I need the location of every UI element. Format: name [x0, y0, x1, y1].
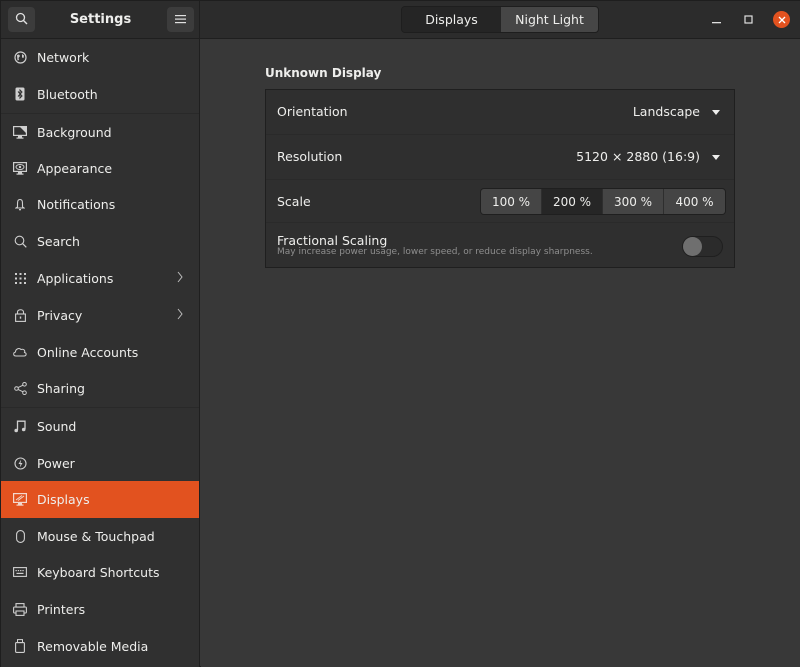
- tab-night-light[interactable]: Night Light: [501, 7, 598, 32]
- maximize-button[interactable]: [741, 11, 755, 28]
- background-icon: [13, 125, 27, 139]
- minimize-button[interactable]: [709, 11, 723, 28]
- music-note-icon: [13, 419, 27, 433]
- resolution-value[interactable]: 5120 × 2880 (16:9): [576, 149, 700, 164]
- sidebar-item-printers[interactable]: Printers: [1, 591, 199, 627]
- sidebar-item-displays[interactable]: Displays: [1, 481, 199, 518]
- view-switcher: Displays Night Light: [401, 6, 599, 33]
- printer-icon: [13, 602, 27, 616]
- scale-option-300[interactable]: 300 %: [603, 189, 664, 214]
- close-button[interactable]: [773, 11, 790, 28]
- dropdown-arrow-icon: [712, 155, 720, 160]
- chevron-right-icon: [177, 308, 183, 323]
- settings-window: Settings Displays Night Light Network Bl…: [0, 0, 800, 667]
- sidebar-header: Settings: [1, 1, 200, 39]
- resolution-row[interactable]: Resolution 5120 × 2880 (16:9): [266, 135, 734, 180]
- sidebar-item-label: Printers: [37, 601, 86, 617]
- bell-icon: [13, 197, 27, 211]
- sidebar-item-online-accounts[interactable]: Online Accounts: [1, 334, 199, 370]
- sidebar: Network Bluetooth Background Appearance …: [1, 39, 200, 667]
- keyboard-icon: [13, 565, 27, 579]
- display-settings-panel: Orientation Landscape Resolution 5120 × …: [265, 89, 735, 268]
- display-name-heading: Unknown Display: [265, 66, 382, 80]
- appearance-icon: [13, 161, 27, 175]
- grid-icon: [13, 271, 27, 285]
- sidebar-item-label: Appearance: [37, 160, 113, 176]
- sidebar-item-label: Removable Media: [37, 638, 149, 654]
- usb-drive-icon: [13, 639, 27, 653]
- sidebar-item-label: Displays: [37, 492, 90, 507]
- mouse-icon: [13, 529, 27, 543]
- sidebar-item-applications[interactable]: Applications: [1, 260, 199, 296]
- share-icon: [13, 381, 27, 395]
- sidebar-item-label: Privacy: [37, 307, 83, 323]
- sidebar-item-removable-media[interactable]: Removable Media: [1, 628, 199, 664]
- scale-option-200[interactable]: 200 %: [542, 189, 603, 214]
- tab-displays[interactable]: Displays: [402, 7, 501, 32]
- globe-icon: [13, 50, 27, 64]
- cloud-icon: [13, 345, 27, 359]
- orientation-label: Orientation: [277, 104, 348, 119]
- orientation-row[interactable]: Orientation Landscape: [266, 90, 734, 135]
- fractional-scaling-toggle[interactable]: [682, 236, 723, 257]
- close-icon: [778, 13, 786, 27]
- hamburger-menu-icon: [175, 13, 186, 27]
- sidebar-item-label: Sharing: [37, 380, 85, 396]
- sidebar-item-label: Sound: [37, 418, 77, 434]
- bluetooth-icon: [13, 87, 27, 101]
- orientation-value[interactable]: Landscape: [633, 104, 700, 119]
- sidebar-item-label: Keyboard Shortcuts: [37, 564, 160, 580]
- displays-content: Unknown Display Orientation Landscape Re…: [201, 39, 800, 667]
- sidebar-item-background[interactable]: Background: [1, 114, 199, 150]
- sidebar-item-keyboard-shortcuts[interactable]: Keyboard Shortcuts: [1, 554, 199, 590]
- chevron-right-icon: [177, 271, 183, 286]
- sidebar-item-label: Background: [37, 124, 112, 140]
- toggle-knob: [683, 237, 702, 256]
- sidebar-item-label: Search: [37, 233, 80, 249]
- lock-icon: [13, 308, 27, 322]
- menu-button[interactable]: [167, 7, 194, 32]
- sidebar-item-label: Mouse & Touchpad: [37, 528, 155, 544]
- sidebar-item-label: Applications: [37, 270, 114, 286]
- sidebar-item-network[interactable]: Network: [1, 39, 199, 75]
- search-icon: [13, 234, 27, 248]
- sidebar-item-power[interactable]: Power: [1, 445, 199, 481]
- sidebar-item-mouse-touchpad[interactable]: Mouse & Touchpad: [1, 518, 199, 554]
- sidebar-item-sound[interactable]: Sound: [1, 408, 199, 444]
- fractional-scaling-label: Fractional Scaling: [277, 233, 388, 248]
- sidebar-item-appearance[interactable]: Appearance: [1, 150, 199, 186]
- resolution-label: Resolution: [277, 149, 343, 164]
- sidebar-item-privacy[interactable]: Privacy: [1, 297, 199, 333]
- sidebar-item-bluetooth[interactable]: Bluetooth: [1, 76, 199, 112]
- minimize-icon: [711, 13, 721, 27]
- maximize-icon: [743, 13, 753, 27]
- power-icon: [13, 456, 27, 470]
- sidebar-item-label: Notifications: [37, 196, 116, 212]
- sidebar-item-label: Power: [37, 455, 75, 471]
- sidebar-item-label: Bluetooth: [37, 86, 98, 102]
- sidebar-item-sharing[interactable]: Sharing: [1, 370, 199, 406]
- display-icon: [13, 493, 27, 507]
- header-bar: Settings Displays Night Light: [1, 1, 800, 39]
- scale-label: Scale: [277, 194, 311, 209]
- sidebar-item-notifications[interactable]: Notifications: [1, 186, 199, 222]
- sidebar-item-label: Online Accounts: [37, 344, 139, 360]
- sidebar-item-search[interactable]: Search: [1, 223, 199, 259]
- fractional-scaling-description: May increase power usage, lower speed, o…: [277, 247, 593, 257]
- dropdown-arrow-icon: [712, 110, 720, 115]
- fractional-scaling-row: Fractional Scaling May increase power us…: [266, 223, 734, 267]
- scale-options: 100 % 200 % 300 % 400 %: [480, 188, 726, 215]
- sidebar-item-label: Network: [37, 49, 90, 65]
- scale-option-100[interactable]: 100 %: [481, 189, 542, 214]
- scale-option-400[interactable]: 400 %: [664, 189, 725, 214]
- scale-row: Scale 100 % 200 % 300 % 400 %: [266, 180, 734, 223]
